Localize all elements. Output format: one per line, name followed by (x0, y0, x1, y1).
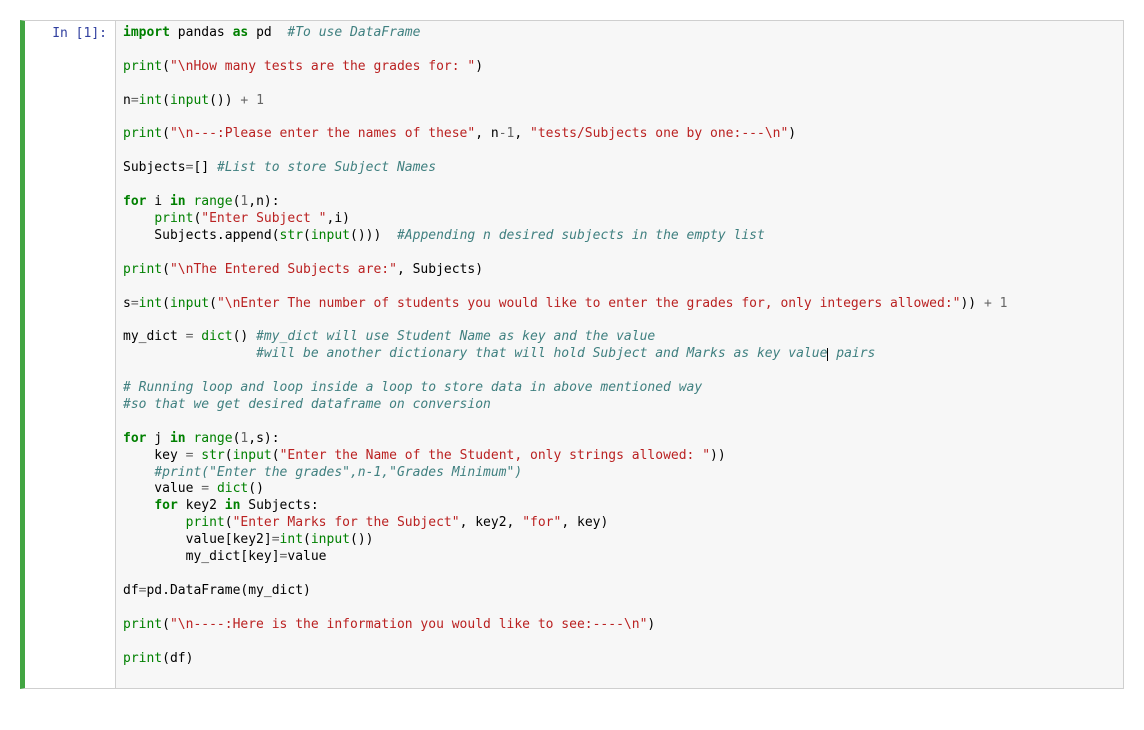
input-area-wrap[interactable]: import pandas as pd #To use DataFrame pr… (115, 21, 1123, 688)
cell-prompt-label: In [1]: (25, 26, 115, 43)
code-cell[interactable]: In [1]: import pandas as pd #To use Data… (20, 20, 1124, 689)
cell-prompt-col: In [1]: (25, 21, 115, 688)
code-input-area[interactable]: import pandas as pd #To use DataFrame pr… (123, 25, 1116, 684)
